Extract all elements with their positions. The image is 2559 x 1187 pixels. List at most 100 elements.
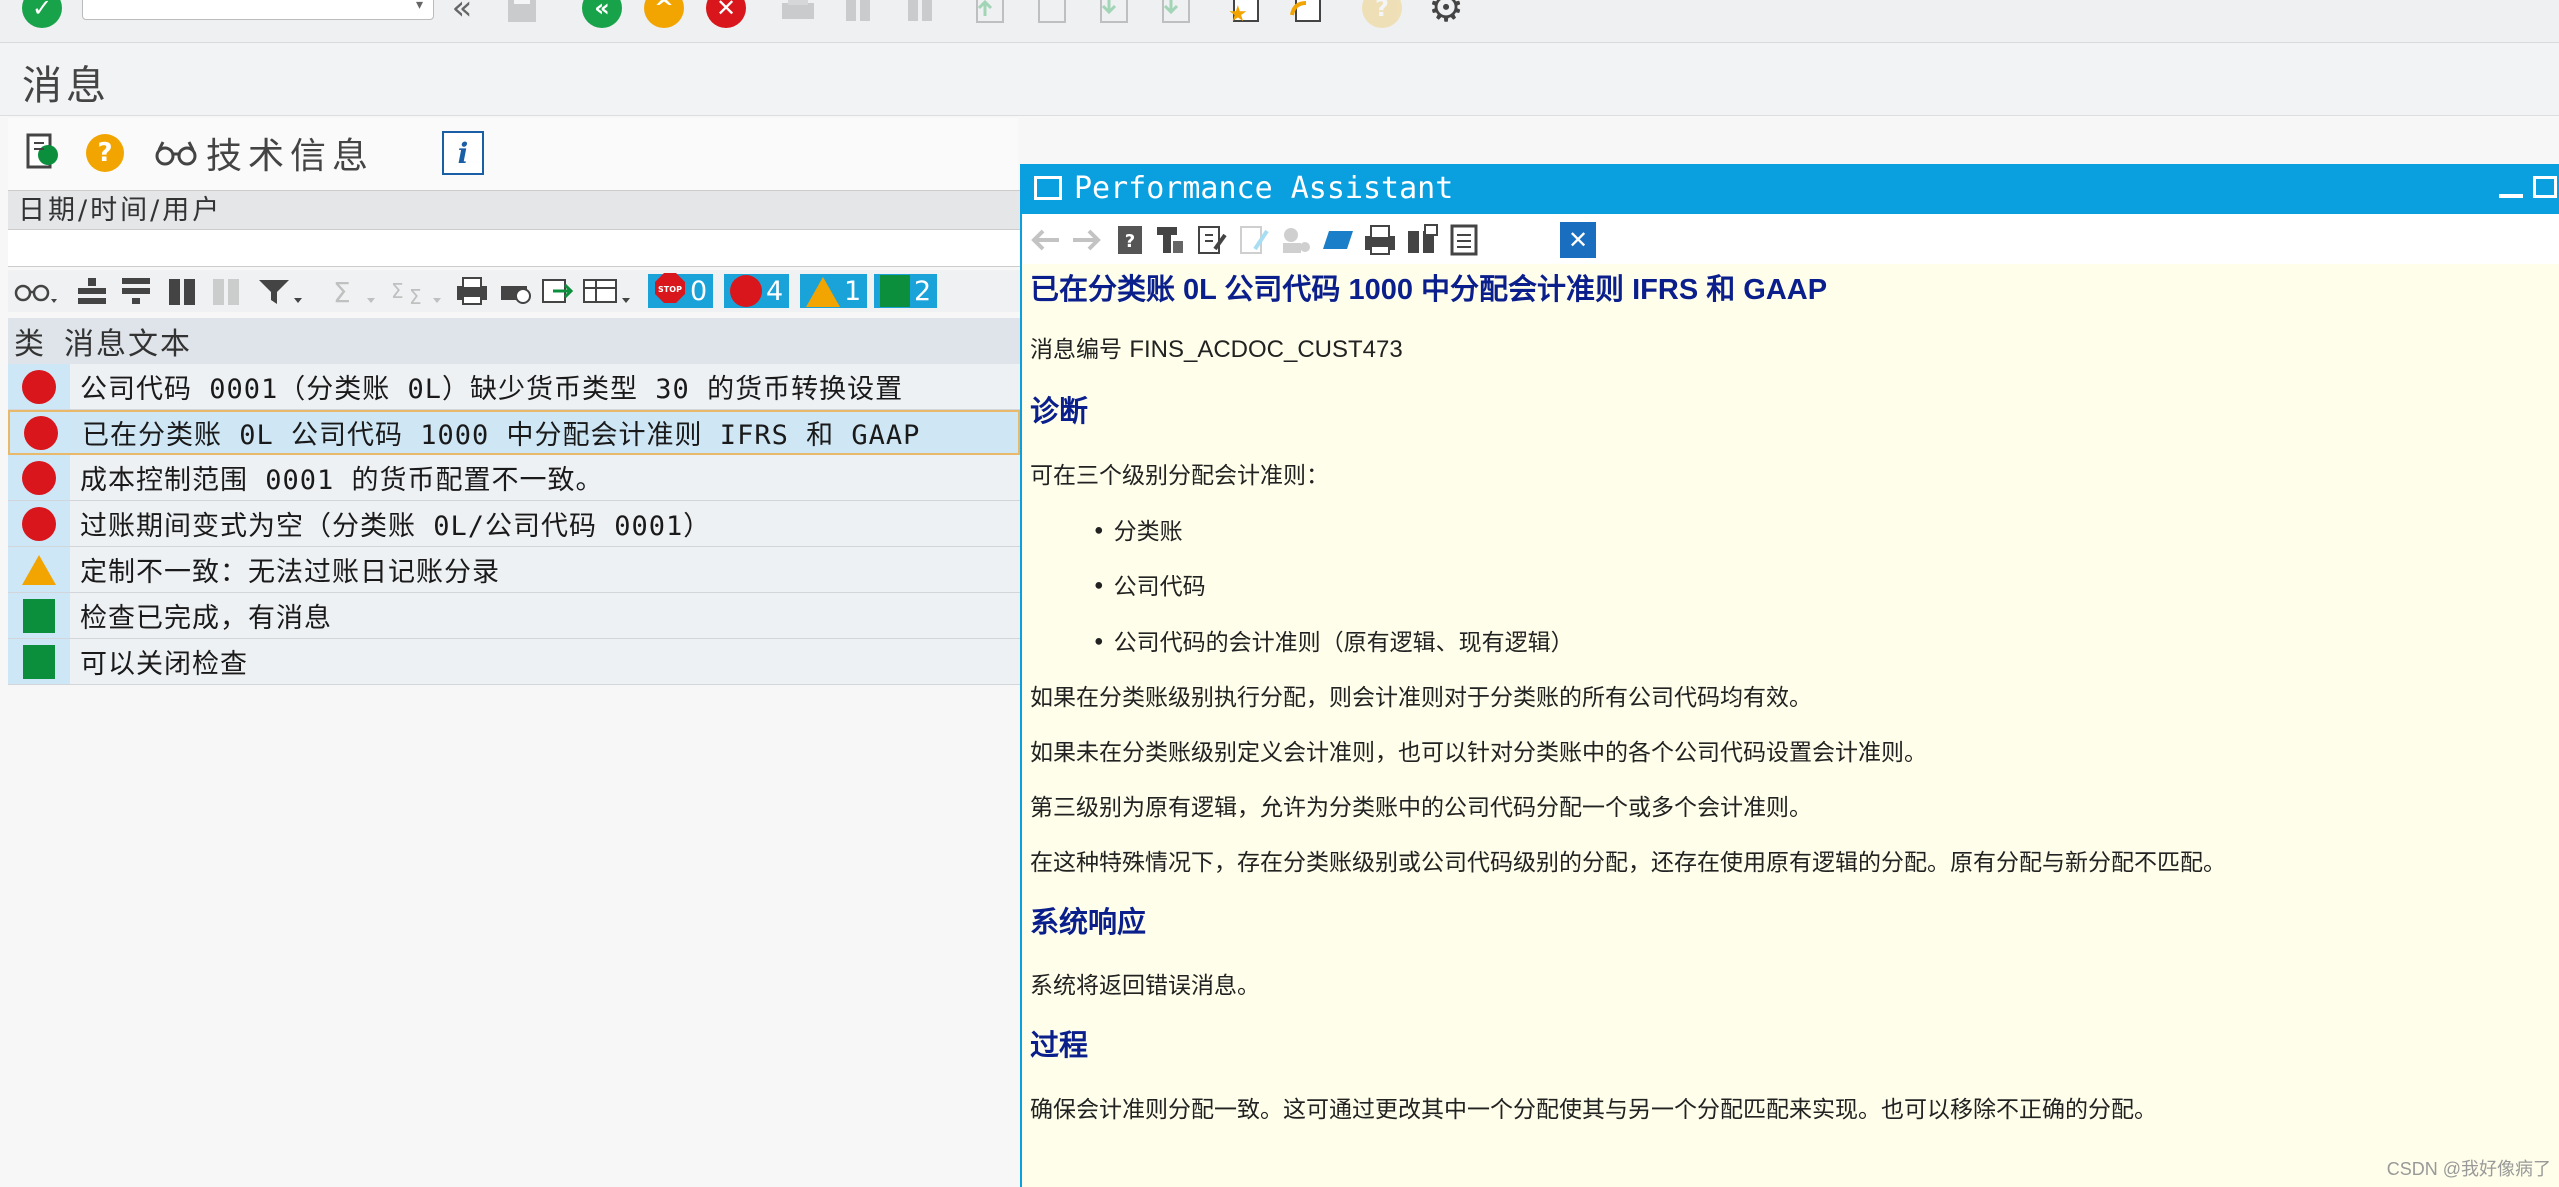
message-number-value: FINS_ACDOC_CUST473 bbox=[1129, 336, 1403, 363]
last-page-icon[interactable] bbox=[1154, 0, 1198, 30]
stop-count-button[interactable]: STOP 0 bbox=[648, 272, 714, 311]
diagnosis-paragraph: 第三级别为原有逻辑，允许为分类账中的公司代码分配一个或多个会计准则。 bbox=[1030, 795, 1812, 821]
help-button[interactable]: ? bbox=[86, 130, 124, 176]
shortcut-icon[interactable] bbox=[1284, 0, 1328, 30]
table-row-selected[interactable]: 已在分类账 0L 公司代码 1000 中分配会计准则 IFRS 和 GAAP bbox=[8, 410, 1020, 455]
back-icon[interactable]: « bbox=[580, 0, 624, 30]
settings-icon[interactable]: ⚙ bbox=[1424, 0, 1468, 31]
edit-pencil-icon[interactable] bbox=[1234, 220, 1274, 260]
diagnosis-intro: 可在三个级别分配会计准则： bbox=[1030, 463, 1329, 489]
help-icon[interactable]: ? bbox=[1360, 0, 1404, 30]
technical-info-button[interactable]: 技术信息 bbox=[154, 130, 374, 177]
table-row[interactable]: 公司代码 0001（分类账 0L）缺少货币类型 30 的货币转换设置 bbox=[8, 364, 1020, 410]
warning-count-button[interactable]: 1 bbox=[800, 274, 868, 308]
error-icon bbox=[730, 275, 762, 308]
find-icon[interactable] bbox=[1402, 220, 1442, 260]
section-title-system-response: 系统响应 bbox=[1030, 905, 1147, 939]
first-page-icon[interactable] bbox=[968, 0, 1012, 30]
svg-text:Σ: Σ bbox=[409, 285, 422, 306]
cancel-icon[interactable]: ✕ bbox=[704, 0, 748, 30]
title-bar: 消息 bbox=[0, 43, 2559, 116]
layout-icon[interactable] bbox=[580, 274, 636, 308]
stop-count: 0 bbox=[690, 275, 708, 307]
error-icon bbox=[22, 369, 56, 404]
alv-toolbar: Σ ΣΣ STOP 0 4 1 2 bbox=[8, 270, 1020, 312]
back-arrow-icon[interactable] bbox=[1026, 220, 1066, 260]
page-title: 消息 bbox=[22, 63, 110, 109]
tools-icon[interactable] bbox=[1150, 220, 1190, 260]
long-text-icon[interactable] bbox=[24, 130, 60, 176]
information-button[interactable]: i bbox=[442, 130, 484, 176]
next-page-icon[interactable] bbox=[1092, 0, 1136, 30]
date-time-user-area bbox=[8, 230, 1020, 267]
print-icon[interactable] bbox=[1360, 220, 1400, 260]
print-icon[interactable] bbox=[776, 0, 820, 30]
procedure-text: 确保会计准则分配一致。这可通过更改其中一个分配使其与另一个分配匹配来实现。也可以… bbox=[1030, 1097, 2157, 1123]
create-session-icon[interactable]: ★ bbox=[1222, 0, 1266, 30]
error-count-button[interactable]: 4 bbox=[724, 274, 790, 308]
save-icon[interactable] bbox=[500, 0, 544, 30]
find-icon[interactable] bbox=[162, 274, 202, 308]
sort-ascending-icon[interactable] bbox=[72, 274, 112, 308]
double-back-icon[interactable]: « bbox=[440, 0, 484, 30]
svg-text:Σ: Σ bbox=[391, 279, 404, 303]
svg-text:STOP: STOP bbox=[658, 285, 682, 294]
stop-icon: STOP bbox=[654, 272, 686, 311]
column-header-type[interactable]: 类 bbox=[8, 319, 64, 363]
success-count-button[interactable]: 2 bbox=[874, 274, 938, 308]
find-icon[interactable] bbox=[836, 0, 880, 30]
success-icon bbox=[880, 275, 910, 308]
check-icon[interactable]: ✓ bbox=[20, 0, 64, 30]
minimize-icon[interactable] bbox=[2499, 194, 2523, 198]
forward-arrow-icon[interactable] bbox=[1066, 220, 1106, 260]
table-row[interactable]: 过账期间变式为空（分类账 0L/公司代码 0001） bbox=[8, 501, 1020, 547]
error-icon bbox=[22, 506, 56, 541]
svg-text:Σ: Σ bbox=[333, 276, 351, 306]
message-text: 检查已完成，有消息 bbox=[80, 603, 332, 634]
print-icon[interactable] bbox=[452, 274, 492, 308]
sum-icon[interactable]: Σ bbox=[326, 274, 382, 308]
message-number-label: 消息编号 bbox=[1030, 337, 1122, 363]
table-row[interactable]: 可以关闭检查 bbox=[8, 639, 1020, 685]
previous-page-icon[interactable] bbox=[1030, 0, 1074, 30]
column-header-text[interactable]: 消息文本 bbox=[64, 319, 192, 363]
sort-descending-icon[interactable] bbox=[116, 274, 156, 308]
list-item: 分类账 bbox=[1092, 512, 1183, 546]
message-text: 成本控制范围 0001 的货币配置不一致。 bbox=[80, 465, 604, 496]
table-header: 类 消息文本 bbox=[8, 318, 1020, 364]
subtotal-icon[interactable]: ΣΣ bbox=[386, 274, 446, 308]
bookmark-icon[interactable] bbox=[1318, 220, 1358, 260]
date-time-user-header: 日期/时间/用户 bbox=[8, 190, 1020, 230]
user-icon[interactable] bbox=[1276, 220, 1316, 260]
system-toolbar: ✓ ▾ « « ^ ✕ ★ ? ⚙ bbox=[0, 0, 2559, 43]
print-preview-icon[interactable] bbox=[496, 274, 536, 308]
chevron-down-icon[interactable]: ▾ bbox=[416, 0, 423, 13]
diagnosis-paragraph: 在这种特殊情况下，存在分类账级别或公司代码级别的分配，还存在使用原有逻辑的分配。… bbox=[1030, 850, 2226, 876]
table-row[interactable]: 检查已完成，有消息 bbox=[8, 593, 1020, 639]
help-icon: ? bbox=[86, 134, 124, 172]
message-text: 已在分类账 0L 公司代码 1000 中分配会计准则 IFRS 和 GAAP bbox=[82, 420, 921, 451]
exit-icon[interactable]: ^ bbox=[642, 0, 686, 30]
section-title-diagnosis: 诊断 bbox=[1030, 394, 1089, 428]
svg-text:★: ★ bbox=[1228, 2, 1248, 25]
window-icon bbox=[1034, 176, 1062, 200]
performance-assistant-window: Performance Assistant ? ✕ 已在分类账 0L 公司代码 … bbox=[1020, 164, 2559, 1187]
maximize-icon[interactable] bbox=[2533, 176, 2557, 198]
find-next-icon[interactable] bbox=[206, 274, 246, 308]
diagnosis-paragraph: 如果在分类账级别执行分配，则会计准则对于分类账的所有公司代码均有效。 bbox=[1030, 685, 1812, 711]
table-row[interactable]: 成本控制范围 0001 的货币配置不一致。 bbox=[8, 455, 1020, 501]
message-text: 公司代码 0001（分类账 0L）缺少货币类型 30 的货币转换设置 bbox=[80, 374, 904, 405]
command-field[interactable]: ▾ bbox=[82, 0, 434, 20]
application-toolbar: ? 技术信息 i bbox=[8, 118, 1018, 190]
export-icon[interactable] bbox=[538, 274, 578, 308]
assistant-title-bar[interactable]: Performance Assistant bbox=[1022, 164, 2559, 214]
close-icon[interactable]: ✕ bbox=[1560, 222, 1596, 258]
document-list-icon[interactable] bbox=[1444, 220, 1484, 260]
message-text: 过账期间变式为空（分类账 0L/公司代码 0001） bbox=[80, 511, 712, 542]
edit-document-icon[interactable] bbox=[1192, 220, 1232, 260]
help-document-icon[interactable]: ? bbox=[1110, 220, 1150, 260]
details-icon[interactable] bbox=[10, 274, 62, 308]
find-next-icon[interactable] bbox=[898, 0, 942, 30]
filter-icon[interactable] bbox=[254, 274, 306, 308]
table-row[interactable]: 定制不一致：无法过账日记账分录 bbox=[8, 547, 1020, 593]
